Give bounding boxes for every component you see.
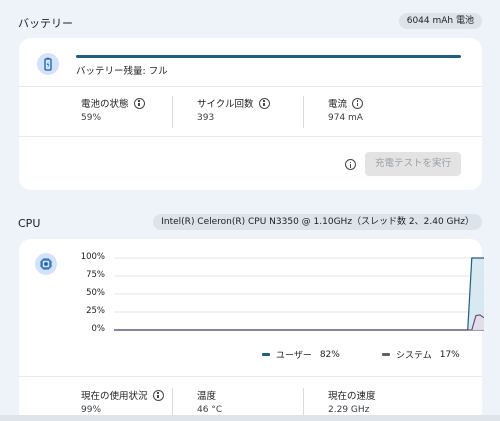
battery-divider-bottom: [19, 136, 482, 137]
y-tick-label: 100%: [80, 252, 105, 262]
temperature-value: 46 °C: [197, 405, 223, 415]
current-speed-text: 現在の速度: [328, 391, 376, 402]
battery-divider-top: [19, 86, 482, 87]
y-tick-label: 50%: [86, 288, 105, 298]
battery-level-track: [76, 55, 461, 58]
cycle-count-text: サイクル回数: [197, 99, 254, 110]
current-usage-label: 現在の使用状況: [81, 388, 164, 402]
battery-health-text: 電池の状態: [81, 99, 129, 110]
legend-system: システム 17%: [382, 348, 460, 361]
legend-user-name: ユーザー: [276, 351, 312, 361]
info-icon[interactable]: [152, 389, 164, 401]
legend-system-value: 17%: [439, 349, 460, 360]
battery-capacity-chip: 6044 mAh 電池: [398, 13, 482, 29]
current-usage-value: 99%: [81, 405, 102, 415]
battery-card: バッテリー残量: フル 電池の状態 59% サイクル回数 393 電流 974 …: [19, 38, 482, 190]
battery-stat-divider-2: [303, 96, 304, 128]
cpu-icon-badge: [35, 253, 57, 275]
cpu-usage-chart: [114, 257, 484, 331]
current-speed-label: 現在の速度: [328, 388, 376, 402]
series-line-system: [114, 314, 484, 331]
info-icon[interactable]: [258, 97, 270, 109]
legend-system-name: システム: [396, 351, 432, 361]
cpu-section-title: CPU: [18, 217, 41, 230]
current-usage-text: 現在の使用状況: [81, 391, 148, 402]
temperature-label: 温度: [197, 388, 216, 402]
legend-user-swatch: [262, 353, 270, 356]
cpu-divider: [19, 376, 482, 377]
legend-system-swatch: [382, 353, 390, 356]
info-icon[interactable]: [133, 97, 145, 109]
current-speed-value: 2.29 GHz: [328, 405, 370, 415]
battery-stat-divider-1: [172, 96, 173, 128]
y-tick-label: 25%: [86, 306, 105, 316]
battery-level-fill: [76, 55, 461, 58]
chip-icon: [40, 258, 52, 270]
current-value: 974 mA: [328, 113, 363, 123]
y-tick-label: 75%: [86, 270, 105, 280]
series-area-system: [114, 314, 484, 330]
legend-user: ユーザー 82%: [262, 348, 340, 361]
cycle-count-label: サイクル回数: [197, 96, 270, 110]
battery-health-label: 電池の状態: [81, 96, 145, 110]
cpu-card: 100% 75% 50% 25% 0% ユーザー 82% システム 17% 現在…: [19, 239, 484, 421]
run-charge-test-button[interactable]: 充電テストを実行: [365, 152, 462, 176]
temperature-text: 温度: [197, 391, 217, 402]
battery-icon: [44, 57, 52, 71]
battery-section-title: バッテリー: [18, 17, 73, 30]
cycle-count-value: 393: [197, 113, 215, 123]
current-text: 電流: [328, 99, 348, 110]
battery-status-text: バッテリー残量: フル: [76, 66, 168, 77]
cpu-model-chip: Intel(R) Celeron(R) CPU N3350 @ 1.10GHz（…: [153, 214, 482, 230]
battery-health-value: 59%: [81, 113, 102, 123]
info-icon[interactable]: [345, 159, 356, 170]
legend-user-value: 82%: [319, 349, 340, 360]
horizontal-scrollbar[interactable]: [0, 415, 500, 421]
info-icon[interactable]: [352, 97, 364, 109]
battery-icon-badge: [37, 53, 59, 75]
current-label: 電流: [328, 96, 364, 110]
y-tick-label: 0%: [91, 324, 106, 334]
